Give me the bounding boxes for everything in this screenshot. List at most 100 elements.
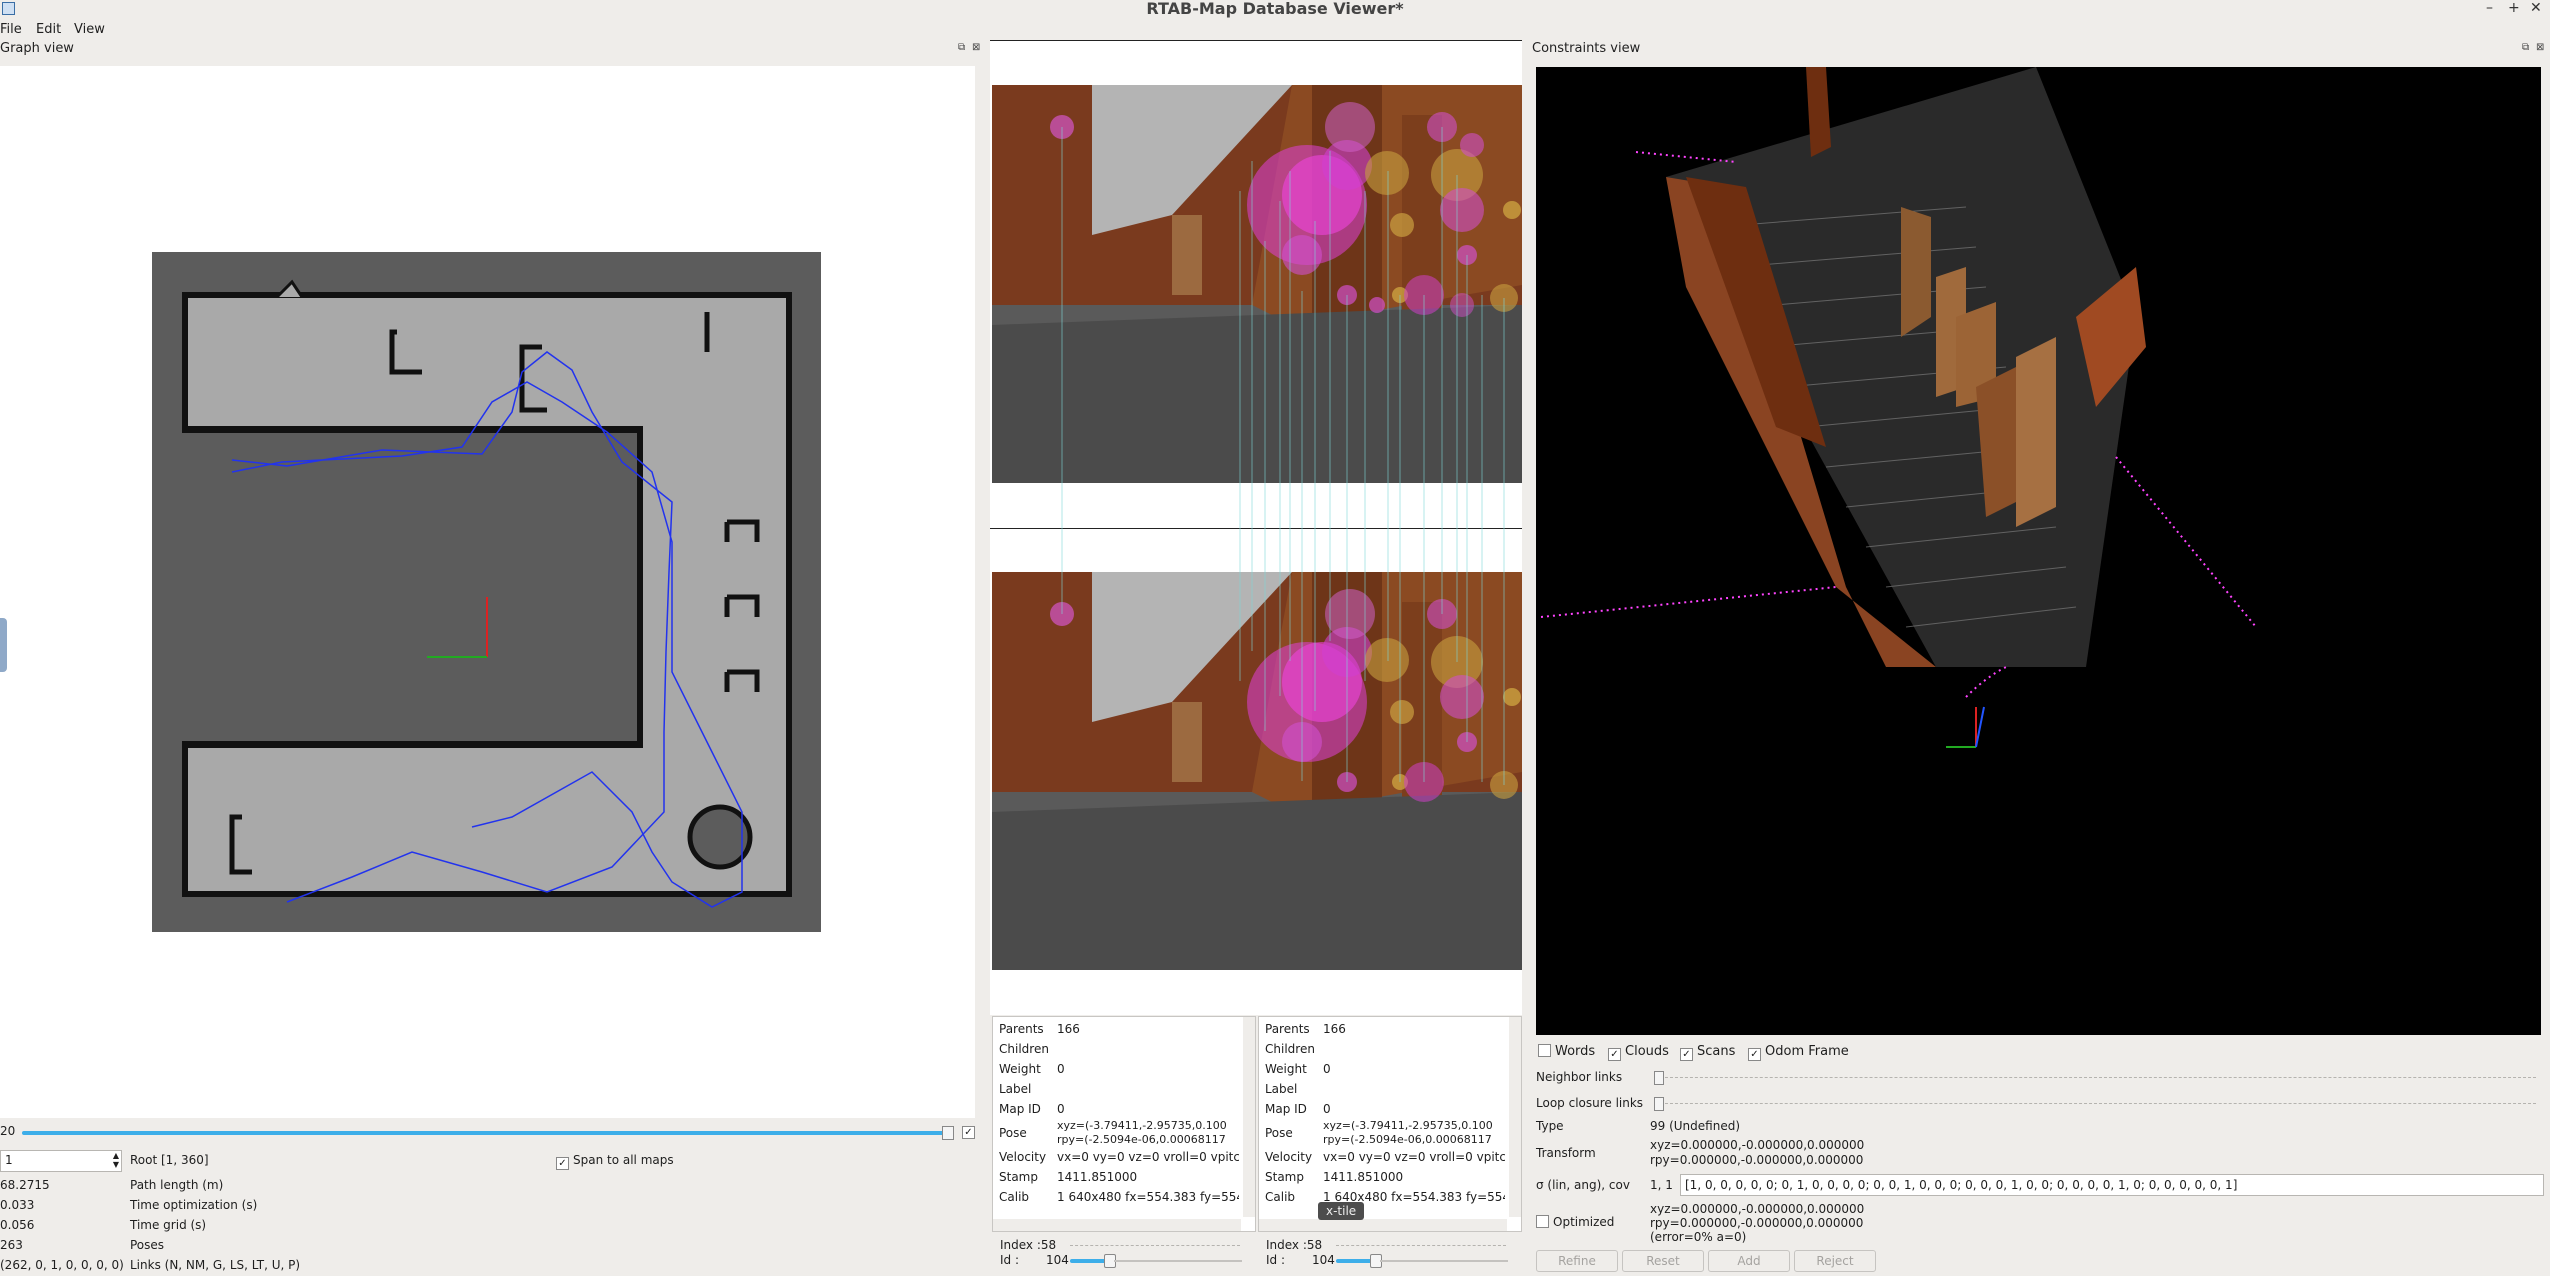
optimized-error: (error=0% a=0)	[1650, 1230, 1747, 1244]
covariance-label: σ (lin, ang), cov	[1536, 1178, 1630, 1192]
loop-closure-links-slider[interactable]	[1660, 1103, 2536, 1105]
index-left-slider[interactable]	[1070, 1245, 1240, 1247]
info-row: Children	[999, 1042, 1049, 1056]
info-vscrollbar[interactable]	[1509, 1017, 1521, 1217]
side-handle[interactable]	[0, 618, 7, 672]
stat-row: (262, 0, 1, 0, 0, 0, 0) Links (N, NM, G, …	[0, 1255, 700, 1275]
tooltip: x-tile	[1318, 1202, 1365, 1220]
info-row: Pose xyz=(-3.79411,-2.95735,0.100 rpy=(-2…	[1265, 1119, 1493, 1146]
checkbox-box[interactable]	[1538, 1044, 1551, 1057]
checkbox-box[interactable]: ✓	[1680, 1048, 1693, 1061]
constraints-dock-float-icon[interactable]: ⧉	[2522, 42, 2529, 53]
id-right-slider[interactable]	[1336, 1259, 1374, 1263]
info-vscrollbar[interactable]	[1243, 1017, 1255, 1217]
info-row: Calib 1 640x480 fx=554.383 fy=554	[999, 1190, 1239, 1204]
constraints-dock-close-icon[interactable]: ⊠	[2536, 42, 2544, 53]
id-left-slider[interactable]	[1070, 1259, 1108, 1263]
graph-slider[interactable]	[22, 1131, 946, 1135]
checkbox-scans[interactable]: ✓ Scans	[1680, 1044, 1735, 1061]
info-row: Parents 166	[1265, 1022, 1346, 1036]
menu-view[interactable]: View	[74, 22, 105, 37]
graph-dock-float-icon[interactable]: ⧉	[958, 42, 965, 53]
id-right-value: 104	[1312, 1253, 1335, 1267]
id-right-track[interactable]	[1380, 1260, 1508, 1262]
checkbox-box[interactable]: ✓	[1748, 1048, 1761, 1061]
checkbox-words[interactable]: Words	[1538, 1044, 1595, 1059]
info-row: Stamp 1411.851000	[1265, 1170, 1404, 1184]
id-left-track[interactable]	[1114, 1260, 1242, 1262]
info-row: Stamp 1411.851000	[999, 1170, 1138, 1184]
loop-closure-links-handle[interactable]	[1654, 1097, 1664, 1111]
info-hscrollbar[interactable]	[1259, 1219, 1507, 1231]
info-row: Calib 1 640x480 fx=554.383 fy=554	[1265, 1190, 1505, 1204]
index-right: Index :58	[1266, 1238, 1323, 1252]
info-row: Weight 0	[1265, 1062, 1331, 1076]
checkbox-label: Odom Frame	[1765, 1044, 1849, 1059]
info-row: Pose xyz=(-3.79411,-2.95735,0.100 rpy=(-2…	[999, 1119, 1227, 1146]
covariance-field[interactable]: [1, 0, 0, 0, 0, 0; 0, 1, 0, 0, 0, 0; 0, …	[1680, 1174, 2544, 1196]
checkbox-odom-frame[interactable]: ✓ Odom Frame	[1748, 1044, 1849, 1061]
info-hscrollbar[interactable]	[993, 1219, 1241, 1231]
optimized-checkbox[interactable]: Optimized	[1536, 1215, 1614, 1229]
title-bar: RTAB-Map Database Viewer* – + ✕	[0, 0, 2550, 18]
reset-button[interactable]: Reset	[1622, 1250, 1704, 1272]
optimized-rpy: rpy=0.000000,-0.000000,0.000000	[1650, 1216, 1864, 1230]
refine-button[interactable]: Refine	[1536, 1250, 1618, 1272]
add-button[interactable]: Add	[1708, 1250, 1790, 1272]
span-checkbox-box[interactable]: ✓	[556, 1157, 569, 1170]
checkbox-label: Clouds	[1625, 1044, 1669, 1059]
map-spinbox[interactable]: 1 ▲ ▼	[0, 1150, 122, 1172]
optimized-xyz: xyz=0.000000,-0.000000,0.000000	[1650, 1202, 1865, 1216]
graph-slider-handle[interactable]	[942, 1126, 954, 1140]
info-row: Label	[999, 1082, 1032, 1096]
graph-canvas[interactable]	[0, 66, 975, 1118]
neighbor-links-handle[interactable]	[1654, 1071, 1664, 1085]
stat-label: Time grid (s)	[130, 1218, 207, 1232]
checkbox-box[interactable]: ✓	[1608, 1048, 1621, 1061]
stat-row: 263 Poses	[0, 1235, 700, 1255]
spin-arrows-icon[interactable]: ▲ ▼	[113, 1151, 119, 1169]
info-row: Children	[1265, 1042, 1315, 1056]
minimize-icon[interactable]: –	[2486, 0, 2493, 16]
graph-stats: 68.2715 Path length (m) 0.033 Time optimiz…	[0, 1175, 700, 1275]
constraints-3d-view[interactable]	[1536, 67, 2541, 1035]
info-row: Weight 0	[999, 1062, 1065, 1076]
maximize-icon[interactable]: +	[2508, 0, 2520, 16]
stat-label: Time optimization (s)	[130, 1198, 258, 1212]
index-left: Index :58	[1000, 1238, 1057, 1252]
type-label: Type	[1536, 1119, 1564, 1133]
index-right-slider[interactable]	[1336, 1245, 1506, 1247]
id-right-label: Id :	[1266, 1253, 1286, 1267]
stat-row: 68.2715 Path length (m)	[0, 1175, 700, 1195]
image-pair-view[interactable]	[990, 40, 1522, 1015]
occupancy-map	[152, 252, 821, 932]
span-all-maps-checkbox[interactable]: ✓ Span to all maps	[556, 1153, 674, 1170]
stat-row: 0.033 Time optimization (s)	[0, 1195, 700, 1215]
graph-slider-checkbox[interactable]: ✓	[962, 1126, 975, 1139]
stat-value: 263	[0, 1238, 23, 1252]
info-row: Map ID 0	[1265, 1102, 1331, 1116]
checkbox-label: Scans	[1697, 1044, 1736, 1059]
info-row: Velocity vx=0 vy=0 vz=0 vroll=0 vpitc	[1265, 1150, 1505, 1164]
checkbox-box[interactable]	[1536, 1215, 1549, 1228]
neighbor-links-slider[interactable]	[1660, 1077, 2536, 1079]
type-value: 99 (Undefined)	[1650, 1119, 1740, 1133]
graph-slider-value: 20	[0, 1124, 16, 1138]
id-left-value: 104	[1046, 1253, 1069, 1267]
reject-button[interactable]: Reject	[1794, 1250, 1876, 1272]
span-label: Span to all maps	[573, 1153, 674, 1167]
menu-edit[interactable]: Edit	[36, 22, 61, 37]
node-info-left: Parents 166 Children Weight 0 Label Map ID…	[992, 1016, 1256, 1232]
feature-match-lines	[1061, 127, 1505, 785]
graph-view-title: Graph view	[0, 41, 74, 56]
menu-file[interactable]: File	[0, 22, 22, 37]
close-icon[interactable]: ✕	[2530, 0, 2542, 16]
info-row: Label	[1265, 1082, 1298, 1096]
info-row: Parents 166	[999, 1022, 1080, 1036]
covariance-sigma: 1, 1	[1650, 1178, 1673, 1192]
graph-dock-close-icon[interactable]: ⊠	[972, 42, 980, 53]
stat-value: 68.2715	[0, 1178, 50, 1192]
stat-label: Links (N, NM, G, LS, LT, U, P)	[130, 1258, 301, 1272]
checkbox-clouds[interactable]: ✓ Clouds	[1608, 1044, 1669, 1061]
menu-bar: File Edit View	[0, 19, 2550, 40]
